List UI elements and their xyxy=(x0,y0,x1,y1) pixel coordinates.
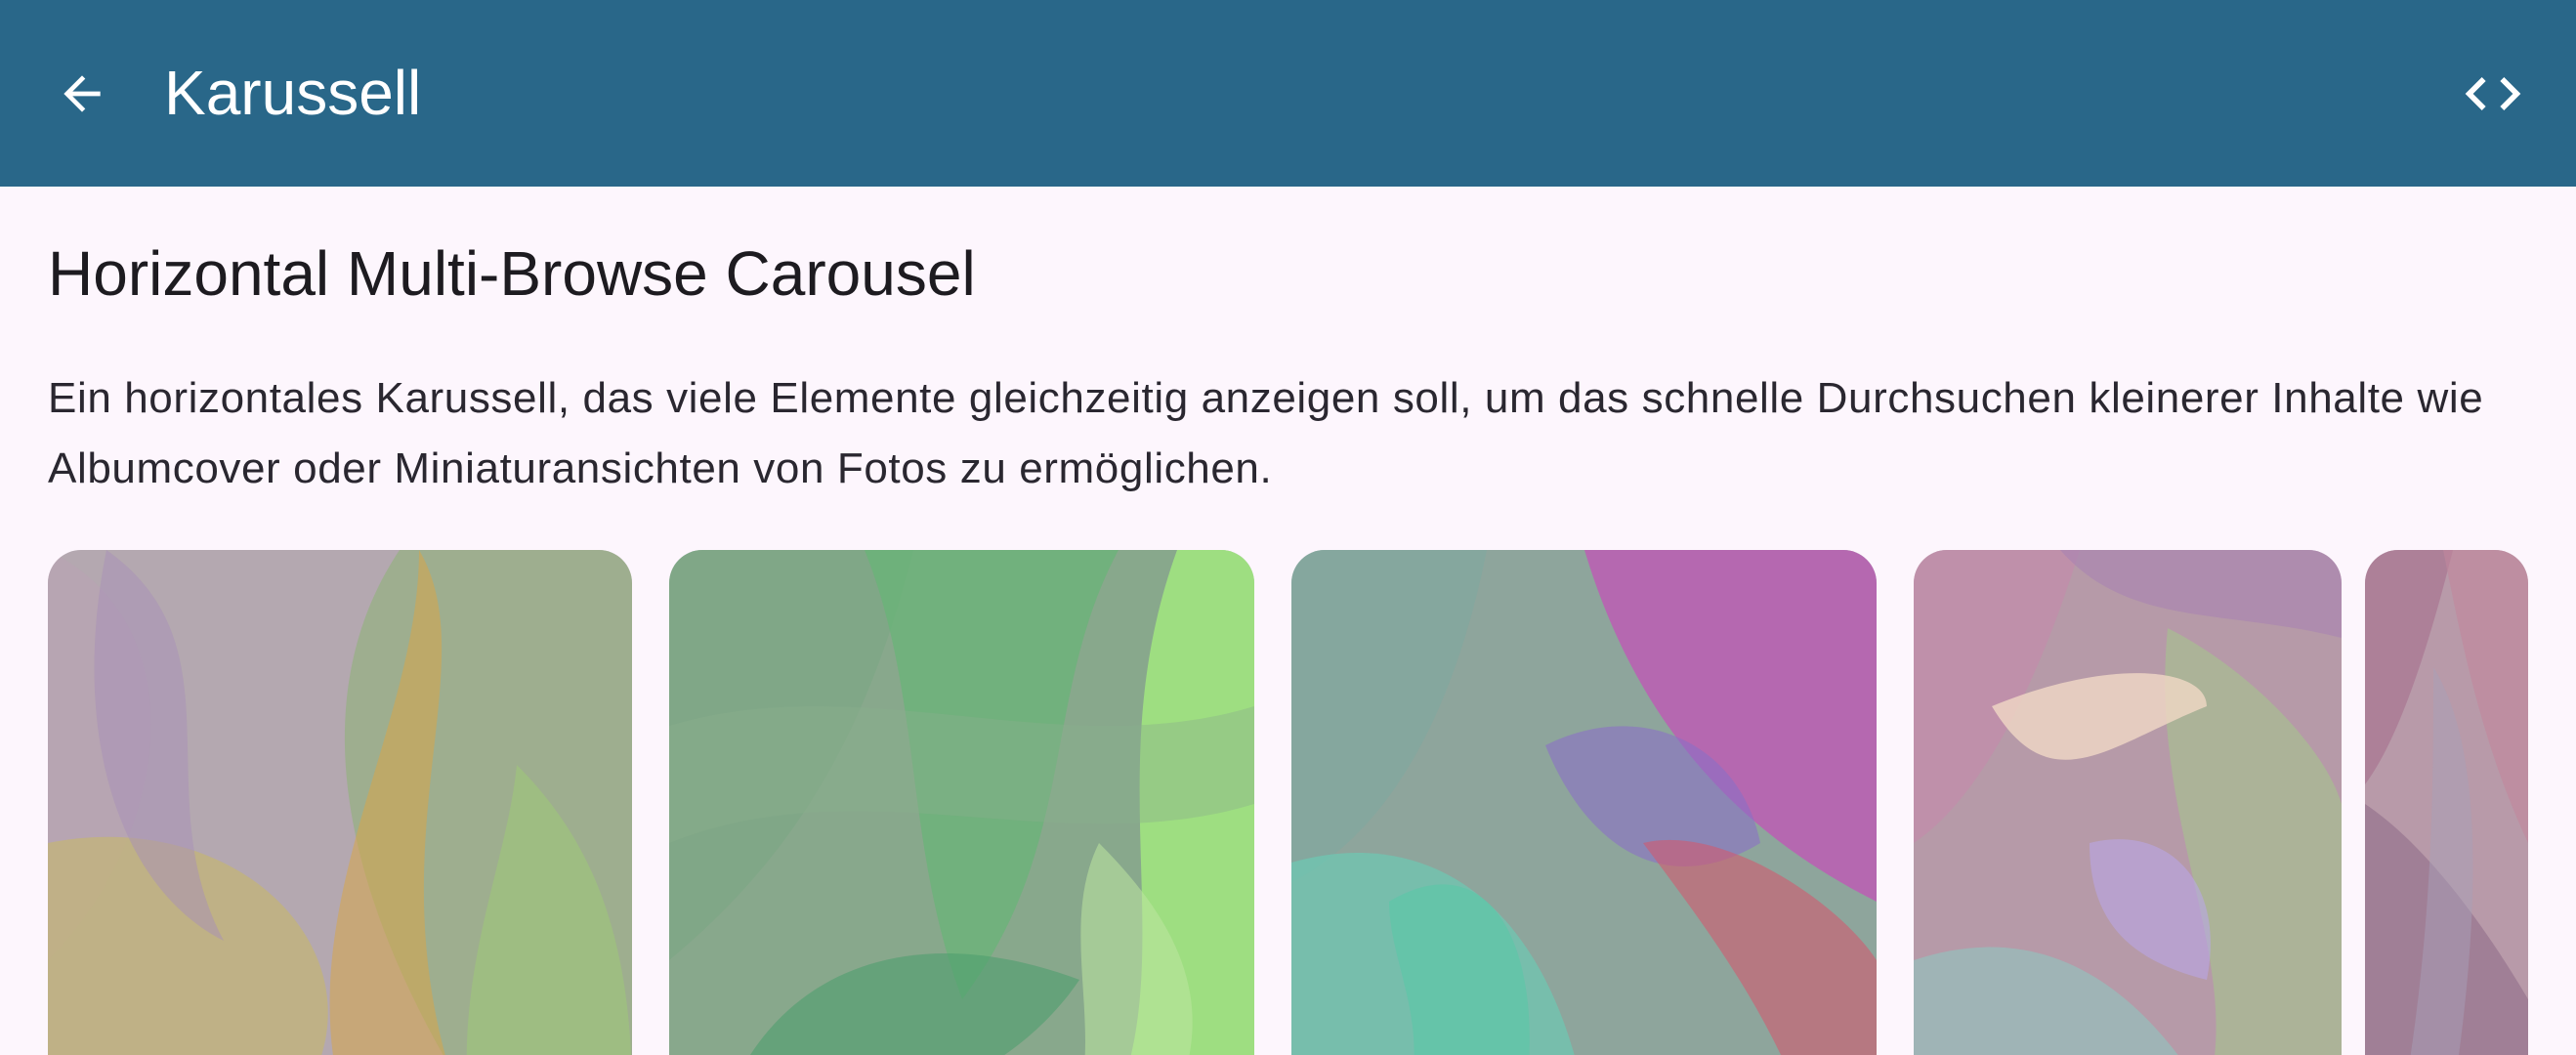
carousel-image xyxy=(1914,550,2342,1055)
carousel-image xyxy=(2365,550,2528,1055)
view-code-button[interactable] xyxy=(2452,57,2534,131)
code-icon xyxy=(2465,77,2521,110)
arrow-back-icon xyxy=(63,75,101,112)
carousel-item[interactable] xyxy=(1291,550,1877,1055)
section-title: Horizontal Multi-Browse Carousel xyxy=(48,238,976,309)
carousel-item[interactable] xyxy=(48,550,632,1055)
carousel-item[interactable] xyxy=(1914,550,2342,1055)
section-description: Ein horizontales Karussell, das viele El… xyxy=(48,374,2484,492)
carousel-item[interactable] xyxy=(2365,550,2528,1055)
carousel-image xyxy=(1291,550,1877,1055)
back-button[interactable] xyxy=(49,57,115,131)
carousel-image xyxy=(669,550,1254,1055)
horizontal-carousel[interactable] xyxy=(0,550,2576,1055)
carousel-item[interactable] xyxy=(669,550,1254,1055)
carousel-image xyxy=(48,550,632,1055)
app-bar-title: Karussell xyxy=(164,58,422,128)
top-app-bar: Karussell xyxy=(0,0,2576,187)
